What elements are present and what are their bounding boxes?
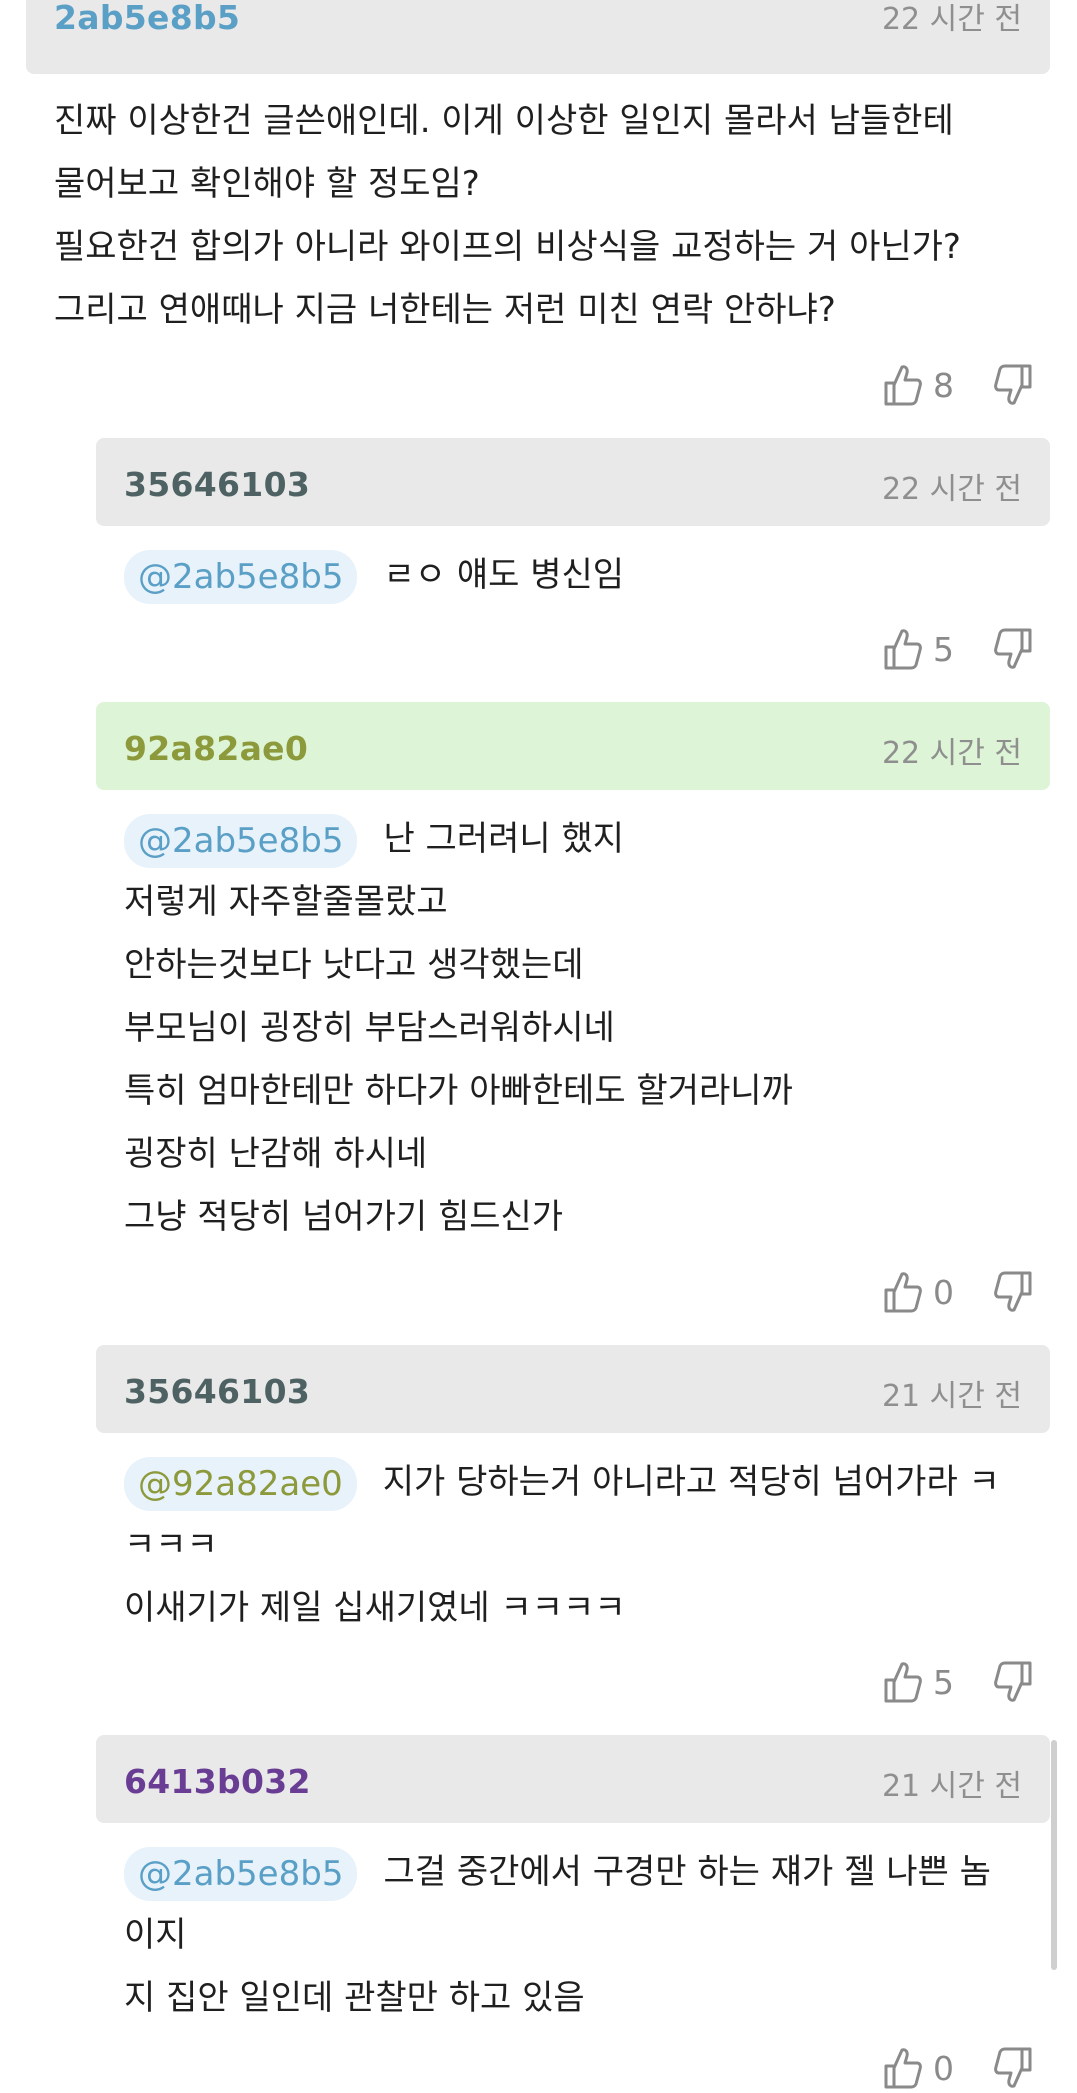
dislike-button[interactable] (993, 627, 1033, 671)
like-count: 5 (933, 629, 954, 669)
comment-body: @92a82ae0 지가 당하는거 아니라고 적당히 넘어가라 ㅋ ㅋㅋㅋ 이새기… (124, 1451, 1050, 1640)
thumbs-up-icon (883, 1660, 923, 1704)
mention-tag[interactable]: @2ab5e8b5 (124, 549, 358, 604)
comment-text-line: 안하는것보다 낫다고 생각했는데 (124, 945, 584, 985)
comment-header[interactable]: 92a82ae0 22 시간 전 (96, 702, 1050, 790)
comment-text-line: 지 집안 일인데 관찰만 하고 있음 (124, 1978, 585, 2018)
comment-text-line: 그냥 적당히 넘어가기 힘드신가 (124, 1197, 564, 1237)
comment-header[interactable]: 35646103 22 시간 전 (96, 438, 1050, 526)
like-button[interactable]: 0 (883, 2046, 971, 2090)
dislike-button[interactable] (993, 2046, 1033, 2090)
comment-text-line: 이새기가 제일 십새기였네 ㅋㅋㅋㅋ (124, 1588, 626, 1628)
mention-tag[interactable]: @92a82ae0 (124, 1456, 357, 1511)
comment-header[interactable]: 2ab5e8b5 22 시간 전 (26, 0, 1050, 74)
dislike-button[interactable] (993, 1270, 1033, 1314)
comment-text: 난 그러려니 했지 (383, 819, 625, 859)
thumbs-up-icon (883, 627, 923, 671)
comment-text-line: 이지 (124, 1915, 187, 1955)
comment-header[interactable]: 35646103 21 시간 전 (96, 1345, 1050, 1433)
comment-text: ㄹㅇ 얘도 병신임 (383, 555, 625, 595)
like-count: 5 (933, 1662, 954, 1702)
comment-text-line: 저렇게 자주할줄몰랐고 (124, 882, 448, 922)
thumbs-up-icon (883, 1270, 923, 1314)
like-count: 0 (933, 1272, 954, 1312)
dislike-button[interactable] (993, 363, 1033, 407)
comment-text-line: @2ab5e8b5 난 그러려니 했지 (124, 808, 1050, 871)
vote-row: 5 (883, 1657, 1033, 1707)
comment-text-line: 물어보고 확인해야 할 정도임? (54, 164, 480, 204)
thumbs-down-icon (993, 2046, 1033, 2090)
comment-text-line: ㅋㅋㅋ (124, 1525, 218, 1565)
like-count: 0 (933, 2048, 954, 2088)
thumbs-up-icon (883, 363, 923, 407)
thumbs-down-icon (993, 627, 1033, 671)
comment-timestamp: 22 시간 전 (881, 2, 1022, 37)
comment-text-line: 진짜 이상한건 글쓴애인데. 이게 이상한 일인지 몰라서 남들한테 (54, 101, 954, 141)
like-count: 8 (933, 365, 954, 405)
thumbs-down-icon (993, 1270, 1033, 1314)
comment-text: 지가 당하는거 아니라고 적당히 넘어가라 ㅋ (382, 1462, 1000, 1502)
like-button[interactable]: 5 (883, 627, 971, 671)
comment-text-line: 그리고 연애때나 지금 너한테는 저런 미친 연락 안하냐? (54, 290, 836, 330)
like-button[interactable]: 5 (883, 1660, 971, 1704)
vote-row: 8 (883, 360, 1033, 410)
like-button[interactable]: 0 (883, 1270, 971, 1314)
comment-author[interactable]: 35646103 (124, 1372, 310, 1411)
comment-timestamp: 21 시간 전 (881, 1379, 1022, 1414)
mention-tag[interactable]: @2ab5e8b5 (124, 1846, 358, 1901)
scrollbar[interactable] (1051, 1740, 1057, 1970)
comment-timestamp: 22 시간 전 (881, 472, 1022, 507)
comment-author[interactable]: 35646103 (124, 465, 310, 504)
vote-row: 0 (883, 2043, 1033, 2093)
comment-body: @2ab5e8b5 난 그러려니 했지 저렇게 자주할줄몰랐고 안하는것보다 낫다… (124, 808, 1050, 1249)
comment-body: 진짜 이상한건 글쓴애인데. 이게 이상한 일인지 몰라서 남들한테 물어보고 … (54, 90, 961, 342)
comment-text-line: @92a82ae0 지가 당하는거 아니라고 적당히 넘어가라 ㅋ (124, 1451, 1050, 1514)
comment-text-line: @2ab5e8b5 ㄹㅇ 얘도 병신임 (124, 544, 1050, 607)
comment-text-line: 특히 엄마한테만 하다가 아빠한테도 할거라니까 (124, 1071, 793, 1111)
vote-row: 5 (883, 624, 1033, 674)
comment-timestamp: 21 시간 전 (881, 1769, 1022, 1804)
thumbs-down-icon (993, 363, 1033, 407)
comment-text-line: 굉장히 난감해 하시네 (124, 1134, 428, 1174)
comment-author[interactable]: 2ab5e8b5 (54, 0, 240, 37)
comment-timestamp: 22 시간 전 (881, 736, 1022, 771)
vote-row: 0 (883, 1267, 1033, 1317)
thumbs-up-icon (883, 2046, 923, 2090)
comment-author[interactable]: 6413b032 (124, 1762, 311, 1801)
comment-header[interactable]: 6413b032 21 시간 전 (96, 1735, 1050, 1823)
like-button[interactable]: 8 (883, 363, 971, 407)
thumbs-down-icon (993, 1660, 1033, 1704)
dislike-button[interactable] (993, 1660, 1033, 1704)
comment-text-line: 필요한건 합의가 아니라 와이프의 비상식을 교정하는 거 아닌가? (54, 227, 961, 267)
comment-text-line: @2ab5e8b5 그걸 중간에서 구경만 하는 쟤가 젤 나쁜 놈 (124, 1841, 1050, 1904)
mention-tag[interactable]: @2ab5e8b5 (124, 813, 358, 868)
comment-body: @2ab5e8b5 ㄹㅇ 얘도 병신임 (124, 544, 1050, 607)
comment-text-line: 부모님이 굉장히 부담스러워하시네 (124, 1008, 615, 1048)
comment-body: @2ab5e8b5 그걸 중간에서 구경만 하는 쟤가 젤 나쁜 놈 이지 지 집… (124, 1841, 1050, 2030)
comment-text: 그걸 중간에서 구경만 하는 쟤가 젤 나쁜 놈 (383, 1852, 991, 1892)
comment-author[interactable]: 92a82ae0 (124, 729, 308, 768)
